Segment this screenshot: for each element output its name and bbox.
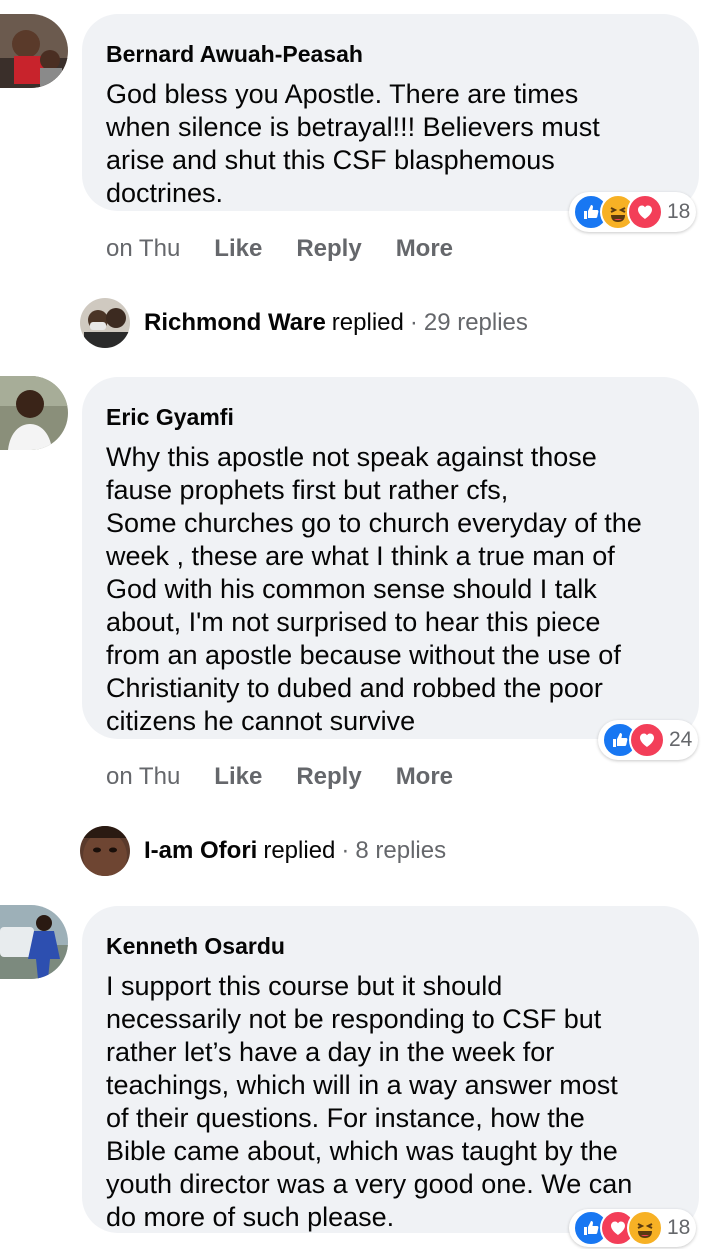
- like-button[interactable]: Like: [214, 235, 262, 263]
- avatar[interactable]: [0, 376, 68, 450]
- reaction-summary[interactable]: 24: [598, 720, 699, 760]
- comment-bubble: Bernard Awuah-Peasah God bless you Apost…: [82, 14, 699, 211]
- separator: ·: [409, 309, 418, 336]
- comment-author[interactable]: Bernard Awuah-Peasah: [106, 40, 675, 68]
- comment-timestamp[interactable]: on Thu: [106, 763, 180, 791]
- haha-icon: [627, 1210, 663, 1246]
- reply-verb: replied: [263, 837, 336, 864]
- more-button[interactable]: More: [396, 235, 453, 263]
- comment-author[interactable]: Kenneth Osardu: [106, 932, 675, 960]
- reply-count: 8 replies: [355, 837, 447, 864]
- love-icon: [627, 194, 663, 230]
- reaction-count: 18: [667, 200, 691, 223]
- avatar[interactable]: [0, 905, 68, 979]
- comment-actions: on Thu Like Reply More: [106, 762, 487, 792]
- comment-text: I support this course but it should nece…: [106, 971, 633, 1232]
- comment-bubble: Kenneth Osardu I support this course but…: [82, 906, 699, 1233]
- comment-actions: on Thu Like Reply More: [106, 234, 487, 264]
- separator: ·: [341, 837, 350, 864]
- reply-verb: replied: [331, 309, 404, 336]
- reply-button[interactable]: Reply: [296, 763, 361, 791]
- comment-bubble: Eric Gyamfi Why this apostle not speak a…: [82, 377, 699, 739]
- avatar: [80, 298, 130, 348]
- reaction-summary[interactable]: 18: [569, 1209, 697, 1247]
- reaction-summary[interactable]: 18: [569, 192, 697, 232]
- comment-author[interactable]: Eric Gyamfi: [106, 403, 675, 431]
- reply-count: 29 replies: [423, 309, 528, 336]
- reply-summary[interactable]: I-am Ofori replied · 8 replies: [80, 825, 446, 877]
- reply-author: I-am Ofori: [144, 837, 258, 864]
- like-button[interactable]: Like: [214, 763, 262, 791]
- more-button[interactable]: More: [396, 763, 453, 791]
- comment-timestamp[interactable]: on Thu: [106, 235, 180, 263]
- reply-button[interactable]: Reply: [296, 235, 361, 263]
- avatar: [80, 826, 130, 876]
- reaction-count: 24: [669, 728, 693, 751]
- comment-text: God bless you Apostle. There are times w…: [106, 79, 600, 208]
- reaction-count: 18: [667, 1216, 691, 1239]
- reply-author: Richmond Ware: [144, 309, 326, 336]
- reply-summary[interactable]: Richmond Ware replied · 29 replies: [80, 297, 528, 349]
- comment-text: Why this apostle not speak against those…: [106, 442, 642, 736]
- love-icon: [629, 722, 665, 758]
- avatar[interactable]: [0, 14, 68, 88]
